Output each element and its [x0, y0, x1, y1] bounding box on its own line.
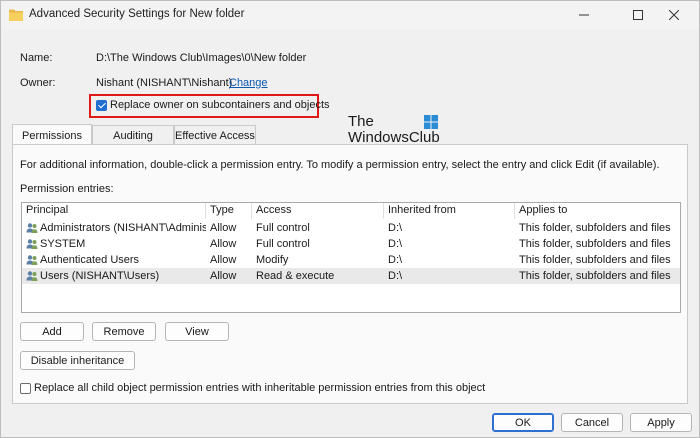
cell-access: Read & execute	[256, 270, 335, 282]
column-principal[interactable]: Principal	[22, 203, 206, 219]
name-value: D:\The Windows Club\Images\0\New folder	[96, 52, 307, 64]
window-title: Advanced Security Settings for New folde…	[29, 8, 245, 20]
cell-inherited-from: D:\	[388, 222, 403, 234]
table-row[interactable]: Authenticated Users Allow Modify D:\ Thi…	[22, 252, 680, 268]
column-inherited-from[interactable]: Inherited from	[384, 203, 515, 219]
folder-icon	[9, 9, 23, 21]
cell-type: Allow	[210, 270, 237, 282]
replace-all-child-checkbox[interactable]	[20, 383, 31, 394]
cancel-button[interactable]: Cancel	[561, 413, 623, 432]
cell-applies-to: This folder, subfolders and files	[519, 254, 671, 266]
tab-effective-access[interactable]: Effective Access	[174, 125, 256, 145]
cell-principal: SYSTEM	[40, 238, 86, 250]
table-row-selected[interactable]: Users (NISHANT\Users) Allow Read & execu…	[22, 268, 680, 284]
table-row[interactable]: Administrators (NISHANT\Adminis... Allow…	[22, 220, 680, 236]
permission-entries-label: Permission entries:	[20, 183, 114, 195]
close-icon	[669, 10, 679, 20]
cell-principal: Users (NISHANT\Users)	[40, 270, 160, 282]
replace-owner-checkbox[interactable]	[96, 100, 107, 111]
cell-access: Full control	[256, 222, 310, 234]
add-button[interactable]: Add	[20, 322, 84, 341]
cell-applies-to: This folder, subfolders and files	[519, 222, 671, 234]
title-bar[interactable]: Advanced Security Settings for New folde…	[1, 1, 699, 29]
ok-button[interactable]: OK	[492, 413, 554, 432]
column-type[interactable]: Type	[206, 203, 252, 219]
cell-applies-to: This folder, subfolders and files	[519, 270, 671, 282]
minimize-icon	[579, 14, 589, 16]
watermark-line1: The	[348, 113, 374, 130]
advanced-security-window: Advanced Security Settings for New folde…	[0, 0, 700, 438]
table-row[interactable]: SYSTEM Allow Full control D:\ This folde…	[22, 236, 680, 252]
name-label: Name:	[20, 52, 53, 64]
minimize-button[interactable]	[561, 1, 607, 29]
maximize-icon	[633, 10, 643, 20]
permission-entries-table[interactable]: Principal Type Access Inherited from App…	[21, 202, 681, 313]
cell-type: Allow	[210, 222, 237, 234]
close-button[interactable]	[651, 1, 697, 29]
cell-inherited-from: D:\	[388, 254, 403, 266]
replace-owner-label: Replace owner on subcontainers and objec…	[110, 99, 330, 111]
cell-principal: Administrators (NISHANT\Adminis...	[40, 222, 206, 234]
owner-value: Nishant (NISHANT\Nishant)	[96, 77, 233, 89]
permissions-info-text: For additional information, double-click…	[20, 159, 660, 171]
permissions-panel: For additional information, double-click…	[12, 144, 688, 404]
tab-auditing[interactable]: Auditing	[92, 125, 174, 145]
change-owner-link[interactable]: Change	[229, 77, 268, 89]
table-header: Principal Type Access Inherited from App…	[22, 203, 680, 219]
view-button[interactable]: View	[165, 322, 229, 341]
windows-logo-icon	[424, 115, 438, 129]
apply-button[interactable]: Apply	[630, 413, 692, 432]
tab-permissions[interactable]: Permissions	[12, 124, 92, 146]
cell-access: Full control	[256, 238, 310, 250]
cell-applies-to: This folder, subfolders and files	[519, 238, 671, 250]
replace-all-child-label: Replace all child object permission entr…	[34, 382, 486, 394]
cell-type: Allow	[210, 238, 237, 250]
cell-inherited-from: D:\	[388, 238, 403, 250]
column-access[interactable]: Access	[252, 203, 384, 219]
column-applies-to[interactable]: Applies to	[515, 203, 680, 219]
cell-inherited-from: D:\	[388, 270, 403, 282]
owner-label: Owner:	[20, 77, 56, 89]
remove-button[interactable]: Remove	[92, 322, 156, 341]
cell-access: Modify	[256, 254, 289, 266]
cell-principal: Authenticated Users	[40, 254, 140, 266]
disable-inheritance-button[interactable]: Disable inheritance	[20, 351, 135, 370]
cell-type: Allow	[210, 254, 237, 266]
dialog-body: Name: D:\The Windows Club\Images\0\New f…	[2, 29, 699, 437]
